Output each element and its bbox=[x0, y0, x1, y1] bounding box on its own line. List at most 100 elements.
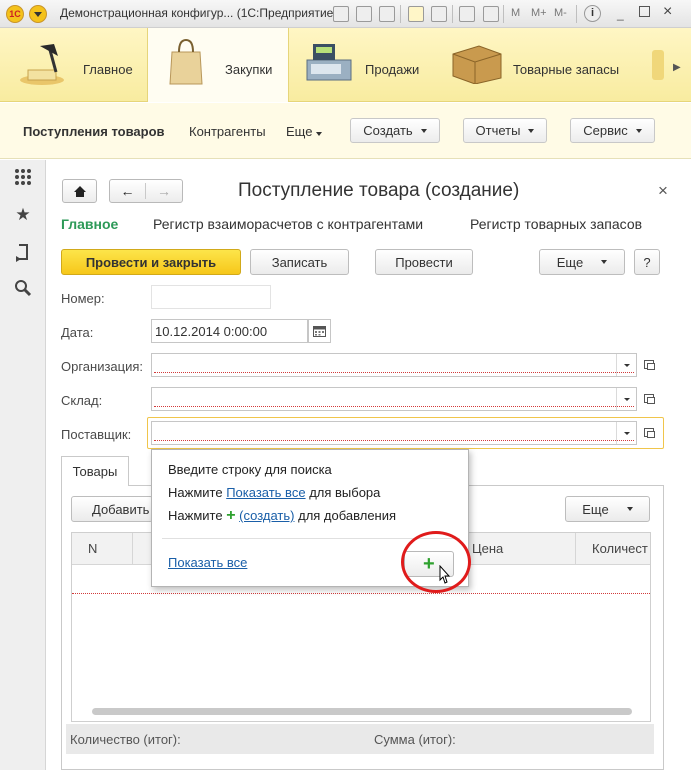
chevron-down-icon bbox=[635, 128, 642, 133]
section-stock[interactable]: Товарные запасы bbox=[435, 28, 645, 102]
plus-icon: + bbox=[226, 507, 236, 524]
popup-hint: Введите строку для поиска bbox=[168, 462, 332, 477]
warehouse-label: Склад: bbox=[61, 393, 103, 408]
forward-arrow-icon[interactable]: → bbox=[146, 183, 182, 199]
date-field[interactable]: 10.12.2014 0:00:00 bbox=[151, 319, 308, 343]
nav-goods-receipts[interactable]: Поступления товаров bbox=[23, 124, 165, 139]
chevron-down-icon bbox=[626, 507, 633, 511]
column-price[interactable]: Цена bbox=[472, 541, 503, 556]
sum-total-label: Сумма (итог): bbox=[374, 732, 456, 747]
star-icon[interactable]: ★ bbox=[13, 205, 33, 225]
chevron-down-icon bbox=[528, 128, 535, 133]
open-supplier-icon[interactable] bbox=[640, 421, 658, 445]
desk-lamp-icon bbox=[20, 44, 64, 85]
nav-more-label: Еще bbox=[286, 124, 313, 139]
more-actions-button[interactable]: Еще bbox=[539, 249, 625, 275]
maximize-button[interactable] bbox=[639, 6, 650, 17]
toolbar-separator bbox=[400, 5, 401, 23]
calculator-icon[interactable] bbox=[459, 6, 475, 22]
history-icon[interactable] bbox=[13, 242, 33, 262]
table-more-label: Еще bbox=[582, 501, 609, 517]
favorites-icon[interactable] bbox=[408, 6, 424, 22]
section-sales[interactable]: Продажи bbox=[289, 28, 435, 102]
table-more-button[interactable]: Еще bbox=[565, 496, 650, 522]
chevron-down-icon bbox=[601, 260, 608, 264]
calendar-icon[interactable] bbox=[483, 6, 499, 22]
service-button[interactable]: Сервис bbox=[570, 118, 655, 143]
open-organization-icon[interactable] bbox=[640, 353, 658, 377]
navigation-bar: Поступления товаров Контрагенты Еще Созд… bbox=[0, 103, 691, 159]
help-button[interactable]: ? bbox=[634, 249, 660, 275]
create-link[interactable]: (создать) bbox=[239, 508, 294, 523]
tab-stock-register[interactable]: Регистр товарных запасов bbox=[470, 216, 642, 232]
horizontal-scrollbar[interactable] bbox=[92, 708, 632, 715]
show-all-link[interactable]: Показать все bbox=[226, 485, 305, 500]
chevron-down-icon[interactable] bbox=[616, 422, 636, 444]
grid-icon[interactable] bbox=[13, 167, 33, 187]
link-icon[interactable] bbox=[431, 6, 447, 22]
main-menu-button[interactable] bbox=[29, 5, 47, 23]
show-all-link[interactable]: Показать все bbox=[168, 555, 247, 570]
post-button[interactable]: Провести bbox=[375, 249, 473, 275]
nav-contractors[interactable]: Контрагенты bbox=[189, 124, 266, 139]
scroll-right-icon[interactable]: ▶ bbox=[673, 62, 681, 73]
reports-label: Отчеты bbox=[475, 123, 521, 138]
mouse-cursor-icon bbox=[439, 565, 451, 584]
preview-icon[interactable] bbox=[379, 6, 395, 22]
print-icon[interactable] bbox=[356, 6, 372, 22]
close-form-button[interactable]: × bbox=[658, 181, 668, 201]
create-label: Создать bbox=[363, 123, 413, 138]
more-label: Еще bbox=[556, 254, 584, 270]
save-button[interactable]: Записать bbox=[250, 249, 349, 275]
table-row[interactable] bbox=[72, 593, 650, 594]
minimize-button[interactable]: _ bbox=[617, 7, 624, 21]
add-row-button[interactable]: Добавить bbox=[71, 496, 153, 522]
section-label: Продажи bbox=[365, 62, 420, 77]
home-button[interactable] bbox=[62, 179, 97, 203]
organization-field[interactable] bbox=[151, 353, 637, 377]
title-bar: 1С Демонстрационная конфигур... (1С:Пред… bbox=[0, 0, 691, 28]
info-icon[interactable]: i bbox=[584, 5, 601, 22]
open-warehouse-icon[interactable] bbox=[640, 387, 658, 411]
column-number[interactable]: N bbox=[88, 541, 97, 556]
form-title: Поступление товара (создание) bbox=[238, 180, 520, 201]
search-icon[interactable] bbox=[13, 278, 33, 298]
memory-m-button[interactable]: M bbox=[511, 7, 520, 19]
post-and-close-button[interactable]: Провести и закрыть bbox=[61, 249, 241, 275]
tab-main[interactable]: Главное bbox=[61, 216, 118, 232]
back-arrow-icon[interactable]: ← bbox=[110, 183, 146, 199]
cash-register-icon bbox=[306, 44, 352, 81]
popup-show-all-link[interactable]: Показать все bbox=[168, 555, 247, 570]
date-label: Дата: bbox=[61, 325, 94, 340]
create-button[interactable]: Создать bbox=[350, 118, 440, 143]
chevron-down-icon[interactable] bbox=[616, 388, 636, 410]
shopping-bag-icon bbox=[169, 38, 203, 85]
close-window-button[interactable]: × bbox=[663, 3, 672, 21]
reports-button[interactable]: Отчеты bbox=[463, 118, 547, 143]
save-icon[interactable] bbox=[333, 6, 349, 22]
calendar-button[interactable] bbox=[308, 319, 331, 343]
chevron-down-icon bbox=[420, 128, 427, 133]
number-field[interactable] bbox=[151, 285, 271, 309]
number-label: Номер: bbox=[61, 291, 105, 306]
nav-more[interactable]: Еще bbox=[286, 124, 323, 139]
1c-logo-icon[interactable]: 1С bbox=[6, 5, 24, 23]
supplier-field[interactable] bbox=[151, 421, 637, 445]
totals-bar: Количество (итог): Сумма (итог): bbox=[66, 724, 654, 754]
section-label: Главное bbox=[83, 62, 133, 77]
section-main[interactable]: Главное bbox=[0, 28, 147, 102]
section-purchases[interactable]: Закупки bbox=[147, 28, 289, 102]
column-separator bbox=[132, 533, 133, 565]
column-quantity[interactable]: Количест bbox=[592, 541, 648, 556]
popup-show-all-hint: Нажмите Показать все для выбора bbox=[168, 485, 380, 500]
column-separator bbox=[575, 533, 576, 565]
popup-create-hint: Нажмите + (создать) для добавления bbox=[168, 507, 396, 525]
tab-goods[interactable]: Товары bbox=[61, 456, 129, 486]
chevron-down-icon[interactable] bbox=[616, 354, 636, 376]
supplier-label: Поставщик: bbox=[61, 427, 132, 442]
warehouse-field[interactable] bbox=[151, 387, 637, 411]
memory-plus-button[interactable]: M+ bbox=[531, 7, 547, 19]
tab-settlements-register[interactable]: Регистр взаиморасчетов с контрагентами bbox=[153, 216, 423, 232]
quantity-total-label: Количество (итог): bbox=[70, 732, 181, 747]
memory-minus-button[interactable]: M- bbox=[554, 7, 567, 19]
